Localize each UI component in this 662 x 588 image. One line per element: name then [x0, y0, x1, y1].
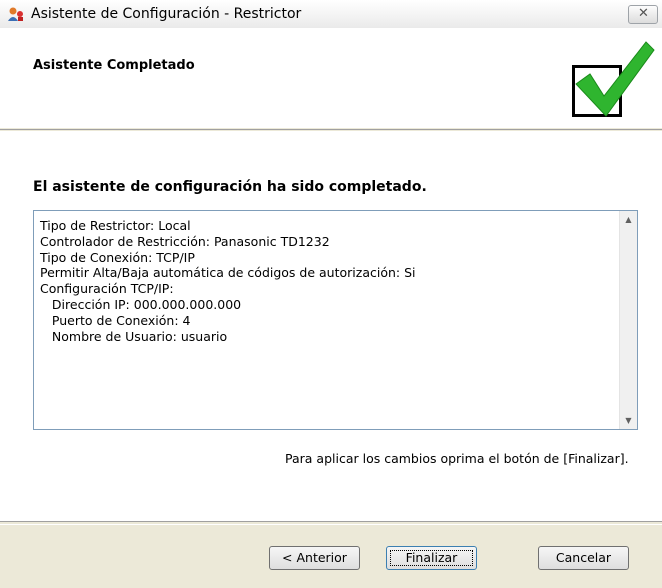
completed-heading: El asistente de configuración ha sido co… — [33, 179, 427, 195]
title-bar[interactable]: Asistente de Configuración - Restrictor … — [0, 0, 662, 29]
summary-textbox[interactable]: Tipo de Restrictor: Local Controlador de … — [33, 210, 638, 430]
summary-line: Configuración TCP/IP: — [40, 281, 174, 297]
close-button[interactable]: ✕ — [628, 5, 658, 24]
apply-note: Para aplicar los cambios oprima el botón… — [285, 451, 629, 466]
window-title: Asistente de Configuración - Restrictor — [31, 6, 302, 22]
summary-line: Permitir Alta/Baja automática de códigos… — [40, 265, 416, 281]
page-title: Asistente Completado — [33, 58, 195, 73]
summary-line: Puerto de Conexión: 4 — [40, 312, 191, 328]
vertical-scrollbar[interactable]: ▲ ▼ — [619, 211, 637, 429]
summary-line: Nombre de Usuario: usuario — [40, 328, 228, 344]
finish-button[interactable]: Finalizar — [386, 546, 477, 570]
summary-line: Tipo de Conexión: TCP/IP — [40, 249, 195, 265]
finish-button-label: Finalizar — [405, 550, 458, 565]
checkmark-icon — [575, 41, 655, 117]
app-icon — [8, 7, 23, 21]
close-icon: ✕ — [638, 6, 649, 21]
cancel-button-label: Cancelar — [555, 550, 612, 565]
footer-divider — [0, 521, 662, 525]
scroll-down-arrow-icon[interactable]: ▼ — [620, 412, 637, 429]
summary-line: Tipo de Restrictor: Local — [40, 218, 191, 233]
summary-text: Tipo de Restrictor: Local Controlador de … — [40, 218, 605, 344]
cancel-button[interactable]: Cancelar — [538, 546, 629, 570]
header-panel — [0, 28, 662, 128]
summary-line: Dirección IP: 000.000.000.000 — [40, 296, 242, 312]
wizard-window: Asistente de Configuración - Restrictor … — [0, 0, 662, 588]
scroll-up-arrow-icon[interactable]: ▲ — [620, 211, 637, 228]
summary-line: Controlador de Restricción: Panasonic TD… — [40, 233, 330, 249]
back-button[interactable]: < Anterior — [269, 546, 360, 570]
back-button-label: < Anterior — [282, 550, 347, 565]
footer-panel: < Anterior Finalizar Cancelar — [0, 521, 662, 588]
